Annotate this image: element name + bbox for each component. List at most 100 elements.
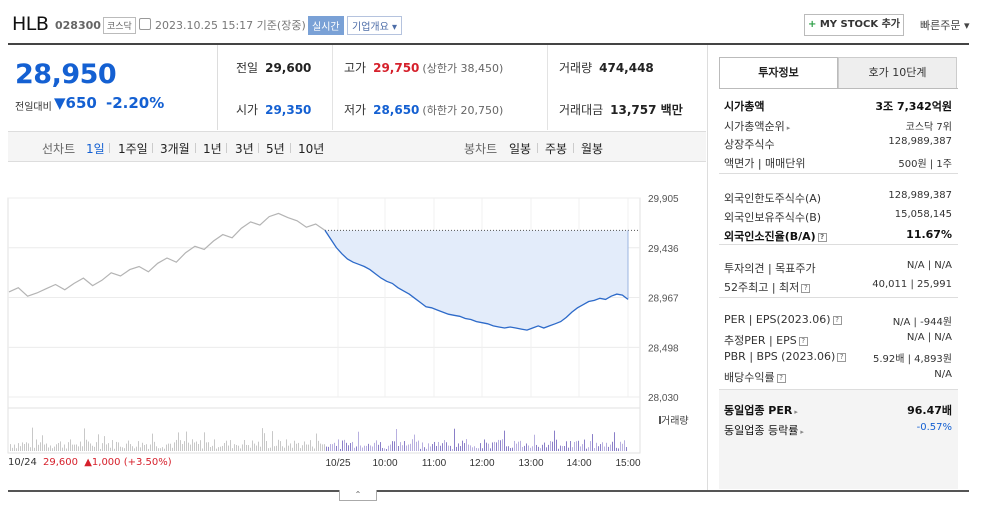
volume-bar [518,441,519,451]
tab-1d[interactable]: 1일 [86,140,105,157]
volume-bar [292,447,293,451]
volume-bar [344,439,345,451]
tab-10y[interactable]: 10년 [298,140,324,157]
volume-bar [270,447,271,451]
volume-bar [594,448,595,451]
help-icon[interactable]: ? [817,233,827,242]
volume-bar [154,441,155,451]
expand-toggle-button[interactable]: ⌃ [339,490,377,501]
prev-day-close: 29,600 [43,457,79,468]
volume-bar [180,440,181,451]
volume-bar [378,444,379,451]
tab-3m[interactable]: 3개월 [160,140,190,157]
volume-bar [612,441,613,451]
volume-bar [510,448,511,451]
volume-bar [570,441,571,451]
volume-bar [496,442,497,451]
volume-bar [432,444,433,451]
chevron-right-icon[interactable]: ▸ [794,408,798,416]
tab-1w[interactable]: 1주일 [118,140,148,157]
help-icon[interactable]: ? [798,337,808,346]
tab-3y[interactable]: 3년 [235,140,254,157]
volume-bar [350,443,351,451]
volume-bar [142,442,143,451]
volume-bar [46,443,47,451]
invest-divider [719,244,958,245]
volume-bar [256,445,257,451]
quick-order-button[interactable]: 빠른주문 ▾ [920,17,970,33]
volume-bar [30,447,31,451]
volume-bar [212,445,213,451]
volume-bar [480,443,481,451]
volume: 거래량 474,448 [559,59,654,76]
volume-bar [498,439,499,451]
volume-bar [544,442,545,451]
volume-bar [232,448,233,451]
y-tick-label: 28,498 [648,343,679,354]
help-icon[interactable]: ? [801,284,811,293]
invest-row: PBR | BPS (2023.06)? 5.92배 | 4,893원 [724,350,952,368]
volume-bar [104,436,105,451]
volume-bar [210,446,211,451]
volume-bar [220,446,221,451]
volume-bar [354,447,355,451]
company-overview-button[interactable]: 기업개요 ▾ [347,16,403,35]
y-axis-labels: 29,905 29,436 28,967 28,498 28,030 [648,194,679,404]
invest-row: 상장주식수 128,989,387 [724,136,952,154]
volume-bar [250,447,251,451]
volume-bar [596,442,597,451]
open-price: 시가 29,350 [236,101,311,118]
prev-close-value: 29,600 [265,61,312,75]
tab-orderbook[interactable]: 호가 10단계 [838,57,957,89]
volume-bar [286,439,287,451]
tab-divider [226,143,227,153]
tab-daily[interactable]: 일봉 [509,140,531,157]
invest-row-label: 외국인보유주식수(B) [724,211,822,224]
volume-bar [100,448,101,451]
x-tick-label: 15:00 [615,458,640,469]
volume-bar [464,443,465,451]
open-label: 시가 [236,103,259,117]
volume-bar [592,434,593,451]
volume-bar [112,440,113,451]
chevron-right-icon[interactable]: ▸ [787,124,791,132]
tab-monthly[interactable]: 월봉 [581,140,603,157]
volume-bar [228,445,229,451]
change-amount: 650 [65,94,97,112]
invest-row-label: 동일업종 등락률 ▸ [724,424,804,437]
low-price: 저가 28,650 (하한가 20,750) [344,101,503,118]
invest-row-label: 시가총액순위 ▸ [724,120,791,133]
volume-bar [416,441,417,451]
help-icon[interactable]: ? [837,353,847,362]
volume-bar [192,439,193,451]
volume-bar [302,445,303,451]
volume-bar [536,444,537,451]
invest-row-label: 투자의견 | 목표주가 [724,262,816,275]
volume-bar [106,444,107,451]
volume-bar [414,434,415,451]
volume-bar [134,448,135,451]
tab-5y[interactable]: 5년 [266,140,285,157]
volume-bar [264,433,265,451]
chevron-right-icon[interactable]: ▸ [800,428,804,436]
volume-bar [58,442,59,451]
help-icon[interactable]: ? [776,374,786,383]
tab-invest-info[interactable]: 투자정보 [719,57,838,89]
volume-bar [242,444,243,451]
volume-bar [298,442,299,451]
volume-bar [14,444,15,451]
chart-tab-bar: 선차트 1일 1주일 3개월 1년 3년 5년 10년 봉차트 일봉 주봉 월봉 [8,131,706,162]
tab-weekly[interactable]: 주봉 [545,140,567,157]
invest-row-value: 11.67% [906,228,952,241]
intraday-price-chart[interactable]: 29,905 29,436 28,967 28,498 28,030 거래량 10/25… [0,163,706,490]
help-icon[interactable]: ? [832,316,842,325]
volume-bar [538,446,539,451]
volume-bar [556,439,557,451]
volume-bar [284,447,285,451]
realtime-badge[interactable]: 실시간 [308,16,344,35]
tab-1y[interactable]: 1년 [203,140,222,157]
volume-bar [434,441,435,451]
volume-bar [68,442,69,451]
my-stock-add-button[interactable]: + MY STOCK 추가 [804,14,904,36]
x-tick-label: 14:00 [566,458,591,469]
